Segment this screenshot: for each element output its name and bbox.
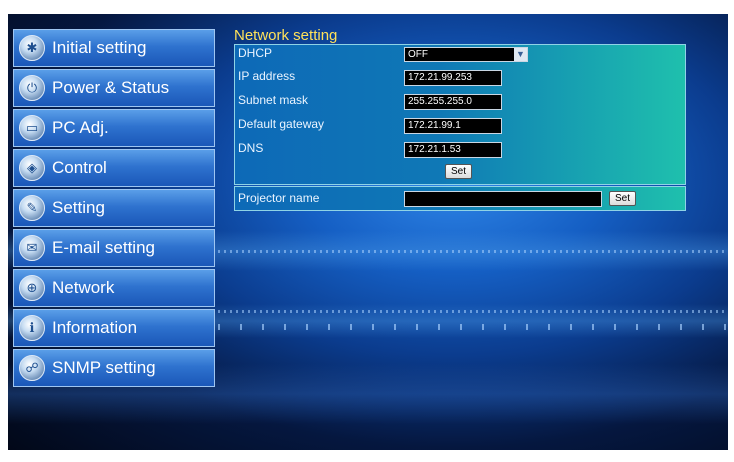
projector-name-input[interactable] — [404, 191, 602, 207]
projector-name-label: Projector name — [238, 191, 320, 205]
sidebar-item-label: E-mail setting — [52, 238, 155, 257]
dhcp-value: OFF — [408, 49, 428, 60]
ip-address-label: IP address — [238, 69, 296, 83]
dhcp-label: DHCP — [238, 46, 273, 60]
tools-icon: ✱ — [19, 35, 45, 61]
chevron-down-icon[interactable]: ▼ — [514, 48, 527, 61]
sidebar-item-initial-setting[interactable]: ✱ Initial setting — [13, 29, 215, 67]
sidebar-item-pc-adj[interactable]: ▭ PC Adj. — [13, 109, 215, 147]
network-icon: ⊕ — [19, 275, 45, 301]
monitor-icon: ▭ — [19, 115, 45, 141]
mail-icon: ✉ — [19, 235, 45, 261]
ip-address-input[interactable]: 172.21.99.253 — [404, 70, 502, 86]
decorative-dots — [218, 250, 728, 253]
sidebar-item-label: Initial setting — [52, 38, 147, 57]
sidebar-item-power-status[interactable]: ⏻ Power & Status — [13, 69, 215, 107]
default-gateway-label: Default gateway — [238, 117, 325, 131]
power-icon: ⏻ — [19, 75, 45, 101]
network-settings-panel: DHCP OFF ▼ IP address 172.21.99.253 Subn… — [234, 44, 686, 185]
ip-row: IP address 172.21.99.253 — [235, 67, 685, 89]
snmp-icon: ☍ — [19, 355, 45, 381]
dns-row: DNS 172.21.1.53 — [235, 139, 685, 161]
sidebar-item-setting[interactable]: ✎ Setting — [13, 189, 215, 227]
sidebar-item-control[interactable]: ◈ Control — [13, 149, 215, 187]
decorative-ticks — [218, 324, 728, 330]
network-set-button[interactable]: Set — [445, 164, 473, 179]
sidebar-item-network[interactable]: ⊕ Network — [13, 269, 215, 307]
sidebar-item-label: Setting — [52, 198, 105, 217]
sidebar-item-email-setting[interactable]: ✉ E-mail setting — [13, 229, 215, 267]
subnet-row: Subnet mask 255.255.255.0 — [235, 91, 685, 113]
dhcp-row: DHCP OFF ▼ — [235, 45, 685, 67]
sidebar-item-label: Control — [52, 158, 107, 177]
page-title: Network setting — [234, 27, 338, 44]
gateway-row: Default gateway 172.21.99.1 — [235, 115, 685, 137]
projector-name-set-button[interactable]: Set — [609, 191, 637, 206]
sidebar-item-snmp-setting[interactable]: ☍ SNMP setting — [13, 349, 215, 387]
sidebar-item-label: Network — [52, 278, 115, 297]
wrench-icon: ✎ — [19, 195, 45, 221]
sidebar-item-information[interactable]: ℹ Information — [13, 309, 215, 347]
subnet-mask-input[interactable]: 255.255.255.0 — [404, 94, 502, 110]
dhcp-select[interactable]: OFF ▼ — [404, 47, 528, 62]
subnet-mask-label: Subnet mask — [238, 93, 309, 107]
sidebar-item-label: SNMP setting — [52, 358, 156, 377]
sidebar-nav: ✱ Initial setting ⏻ Power & Status ▭ PC … — [13, 29, 215, 389]
control-icon: ◈ — [19, 155, 45, 181]
decorative-dots — [218, 310, 728, 313]
sidebar-item-label: Power & Status — [52, 78, 170, 97]
sidebar-item-label: Information — [52, 318, 138, 337]
sidebar-item-label: PC Adj. — [52, 118, 109, 137]
projector-name-panel: Projector name Set — [234, 186, 686, 211]
dns-label: DNS — [238, 141, 264, 155]
dns-input[interactable]: 172.21.1.53 — [404, 142, 502, 158]
info-icon: ℹ — [19, 315, 45, 341]
default-gateway-input[interactable]: 172.21.99.1 — [404, 118, 502, 134]
